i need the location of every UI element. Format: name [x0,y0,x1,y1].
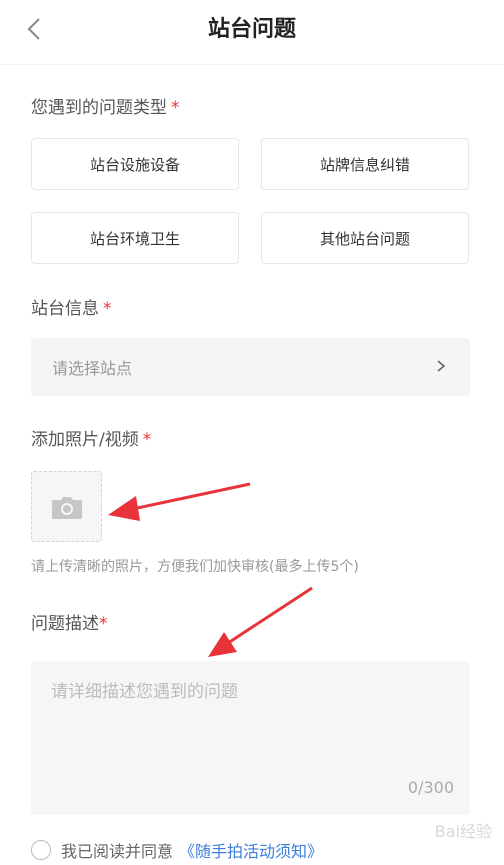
option-other-station-issue[interactable]: 其他站台问题 [261,212,469,264]
option-station-facilities[interactable]: 站台设施设备 [31,138,239,190]
required-mark: * [171,98,180,118]
required-mark: * [103,299,112,319]
description-placeholder: 请详细描述您遇到的问题 [51,682,238,702]
problem-type-label: 您遇到的问题类型 * [31,98,180,118]
option-sign-info-correction[interactable]: 站牌信息纠错 [261,138,469,190]
media-label: 添加照片/视频 * [31,430,152,450]
camera-icon [52,497,82,519]
required-mark: * [99,614,108,634]
upload-photo-button[interactable] [31,471,102,542]
radio-circle-icon[interactable] [31,840,51,860]
chevron-right-icon [437,360,446,372]
upload-hint: 请上传清晰的照片，方便我们加快审核(最多上传5个) [31,559,359,575]
page-title: 站台问题 [207,17,296,42]
option-station-hygiene[interactable]: 站台环境卫生 [31,212,239,264]
agreement-text: 我已阅读并同意 [61,842,174,861]
agreement-link[interactable]: 《随手拍活动须知》 [179,838,323,862]
top-bar: 站台问题 [0,0,504,65]
required-mark: * [142,430,152,450]
station-info-label: 站台信息 * [31,299,112,319]
station-select[interactable]: 请选择站点 [31,338,470,396]
arrow-description [208,586,313,657]
char-counter: 0/300 [407,778,454,797]
description-textarea[interactable]: 请详细描述您遇到的问题 0/300 [31,661,470,815]
arrow-upload [108,482,251,521]
station-select-placeholder: 请选择站点 [52,359,133,378]
agreement-row: 我已阅读并同意 《随手拍活动须知》 [31,838,323,862]
watermark: Bai经验 [434,822,492,841]
description-label: 问题描述* [31,614,108,634]
